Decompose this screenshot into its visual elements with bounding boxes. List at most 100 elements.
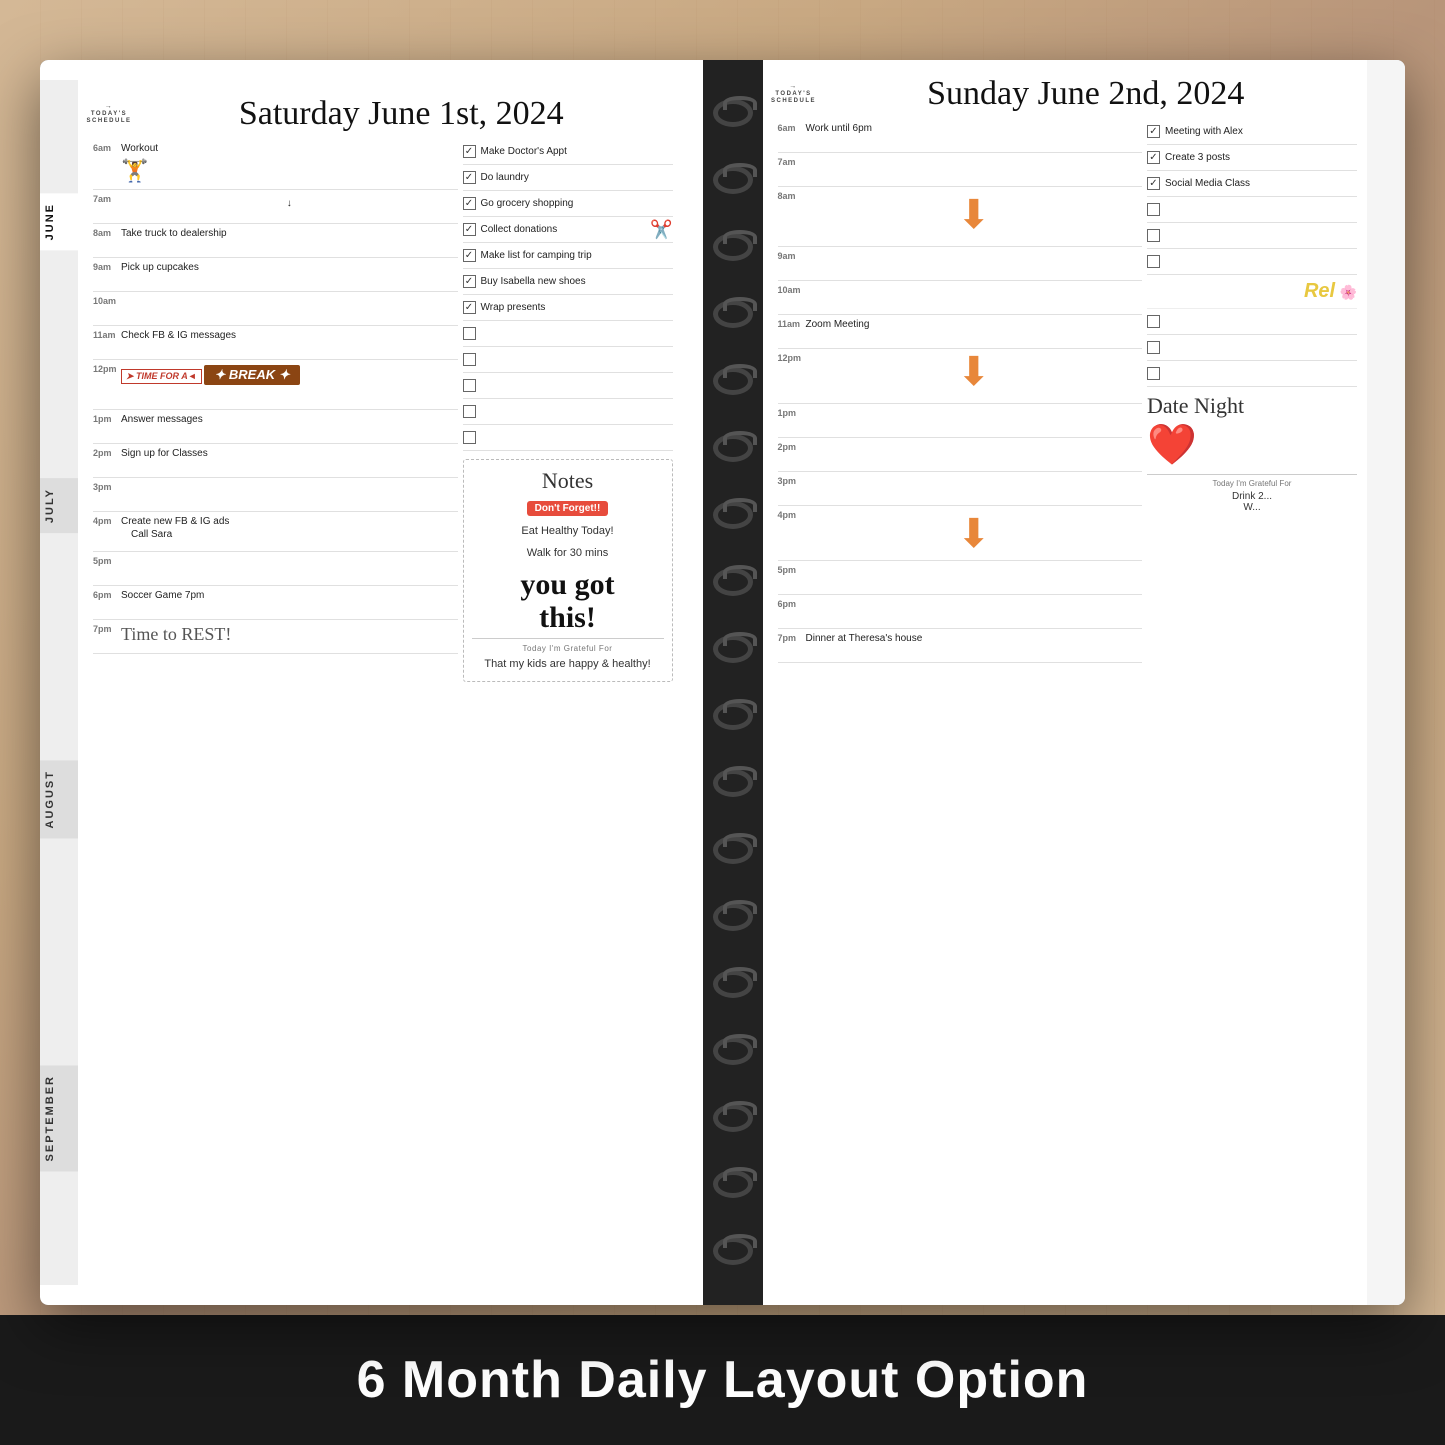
- task-8-left: [463, 321, 673, 347]
- dont-forget-wrapper: Don't Forget!!: [472, 498, 664, 516]
- event-11am-right: Zoom Meeting: [806, 318, 1143, 331]
- checkbox-1-left[interactable]: [463, 145, 476, 158]
- notes-items: Eat Healthy Today! Walk for 30 mins: [472, 520, 664, 564]
- checkbox-7-right[interactable]: [1147, 315, 1160, 328]
- task-7-left: Wrap presents: [463, 295, 673, 321]
- time-11am-left: 11am: [93, 329, 121, 340]
- you-got-this: you gotthis!: [472, 568, 664, 634]
- task-10-left: [463, 373, 673, 399]
- time-block-4pm-left: 4pm Create new FB & IG ads Call Sara: [93, 512, 458, 552]
- task-label-2-right: Create 3 posts: [1165, 152, 1230, 163]
- coil-2: [713, 166, 753, 194]
- schedule-label-left: TODAY'S SCHEDULE: [87, 111, 132, 125]
- checkbox-3-left[interactable]: [463, 197, 476, 210]
- bottom-bar: 6 Month Daily Layout Option: [0, 1315, 1445, 1445]
- time-6am-right: 6am: [778, 122, 806, 133]
- time-block-6am-left: 6am Workout 🏋️: [93, 139, 458, 190]
- tab-july[interactable]: JULY: [40, 478, 78, 533]
- time-1pm-right: 1pm: [778, 407, 806, 418]
- event-7pm-right: Dinner at Theresa's house: [806, 632, 1143, 645]
- tab-june[interactable]: JUNE: [40, 193, 78, 250]
- coil-11: [713, 769, 753, 797]
- task-3-right: Social Media Class: [1147, 171, 1357, 197]
- checkbox-5-right[interactable]: [1147, 229, 1160, 242]
- event-4pm-right: ⬇: [806, 509, 1143, 554]
- time-block-10am-right: 10am: [778, 281, 1143, 315]
- coil-15: [713, 1037, 753, 1065]
- month-tabs-right: [1367, 60, 1405, 1305]
- tab-september[interactable]: SEPTEMBER: [40, 1065, 78, 1171]
- time-block-6pm-left: 6pm Soccer Game 7pm: [93, 586, 458, 620]
- planner-book: JUNE JULY AUGUST SEPTEMBER → TODAY'S SCH…: [40, 60, 1405, 1305]
- left-page-header: → TODAY'S SCHEDULE Saturday June 1st, 20…: [93, 95, 673, 133]
- checkbox-7-left[interactable]: [463, 301, 476, 314]
- time-4pm-left: 4pm: [93, 515, 121, 526]
- task-checklist-left: Make Doctor's Appt Do laundry Go grocery…: [463, 139, 673, 451]
- todays-schedule-right: → TODAY'S SCHEDULE: [778, 83, 810, 106]
- checkbox-11-left[interactable]: [463, 405, 476, 418]
- time-5pm-left: 5pm: [93, 555, 121, 566]
- checkbox-2-left[interactable]: [463, 171, 476, 184]
- tab-august[interactable]: AUGUST: [40, 760, 78, 838]
- time-2pm-right: 2pm: [778, 441, 806, 452]
- coil-8: [713, 568, 753, 596]
- grateful-label-right: Today I'm Grateful For: [1147, 479, 1357, 488]
- checkbox-6-left[interactable]: [463, 275, 476, 288]
- task-6-right: [1147, 249, 1357, 275]
- time-block-7pm-left: 7pm Time to REST!: [93, 620, 458, 654]
- time-10am-right: 10am: [778, 284, 806, 295]
- time-12pm-left: 12pm: [93, 363, 121, 374]
- coil-1: [713, 99, 753, 127]
- time-9am-right: 9am: [778, 250, 806, 261]
- checkbox-9-left[interactable]: [463, 353, 476, 366]
- task-4-right: [1147, 197, 1357, 223]
- task-6-left: Buy Isabella new shoes: [463, 269, 673, 295]
- event-12pm-left: ➤ TIME FOR A◄ ✦ BREAK ✦: [121, 363, 458, 386]
- time-7pm-right: 7pm: [778, 632, 806, 643]
- task-label-3-left: Go grocery shopping: [481, 198, 574, 209]
- event-11am-left: Check FB & IG messages: [121, 329, 458, 342]
- date-night-text: Date Night: [1147, 393, 1357, 419]
- todays-schedule-left: → TODAY'S SCHEDULE: [93, 103, 125, 126]
- checkbox-4-left[interactable]: [463, 223, 476, 236]
- task-11-left: [463, 399, 673, 425]
- coil-5: [713, 367, 753, 395]
- checkbox-1-right[interactable]: [1147, 125, 1160, 138]
- task-12-left: [463, 425, 673, 451]
- right-tasks-column-right: Meeting with Alex Create 3 posts Social …: [1147, 119, 1357, 1295]
- checkbox-9-right[interactable]: [1147, 367, 1160, 380]
- call-sara: Call Sara: [131, 529, 172, 540]
- task-label-6-left: Buy Isabella new shoes: [481, 276, 586, 287]
- heart-icon: ❤️: [1147, 421, 1357, 468]
- time-block-12pm-right: 12pm ⬇: [778, 349, 1143, 404]
- time-8am-left: 8am: [93, 227, 121, 238]
- right-main-cols: 6am Work until 6pm 7am 8am ⬇ 9: [778, 119, 1358, 1295]
- time-block-5pm-right: 5pm: [778, 561, 1143, 595]
- checkbox-10-left[interactable]: [463, 379, 476, 392]
- time-block-8am-right: 8am ⬇: [778, 187, 1143, 247]
- event-9am-left: Pick up cupcakes: [121, 261, 458, 274]
- time-4pm-right: 4pm: [778, 509, 806, 520]
- task-5-right: [1147, 223, 1357, 249]
- checkbox-5-left[interactable]: [463, 249, 476, 262]
- task-2-left: Do laundry: [463, 165, 673, 191]
- time-7pm-left: 7pm: [93, 623, 121, 634]
- checkbox-8-left[interactable]: [463, 327, 476, 340]
- coil-6: [713, 434, 753, 462]
- checkbox-12-left[interactable]: [463, 431, 476, 444]
- time-block-2pm-right: 2pm: [778, 438, 1143, 472]
- time-block-3pm-right: 3pm: [778, 472, 1143, 506]
- time-3pm-right: 3pm: [778, 475, 806, 486]
- coil-18: [713, 1237, 753, 1265]
- checkbox-4-right[interactable]: [1147, 203, 1160, 216]
- time-block-11am-right: 11am Zoom Meeting: [778, 315, 1143, 349]
- event-8am-left: Take truck to dealership: [121, 227, 458, 240]
- task-1-left: Make Doctor's Appt: [463, 139, 673, 165]
- right-page: → TODAY'S SCHEDULE Sunday June 2nd, 2024…: [763, 60, 1406, 1305]
- checkbox-6-right[interactable]: [1147, 255, 1160, 268]
- checkbox-3-right[interactable]: [1147, 177, 1160, 190]
- time-block-1pm-right: 1pm: [778, 404, 1143, 438]
- notes-item-1: Eat Healthy Today!: [472, 520, 664, 542]
- checkbox-2-right[interactable]: [1147, 151, 1160, 164]
- checkbox-8-right[interactable]: [1147, 341, 1160, 354]
